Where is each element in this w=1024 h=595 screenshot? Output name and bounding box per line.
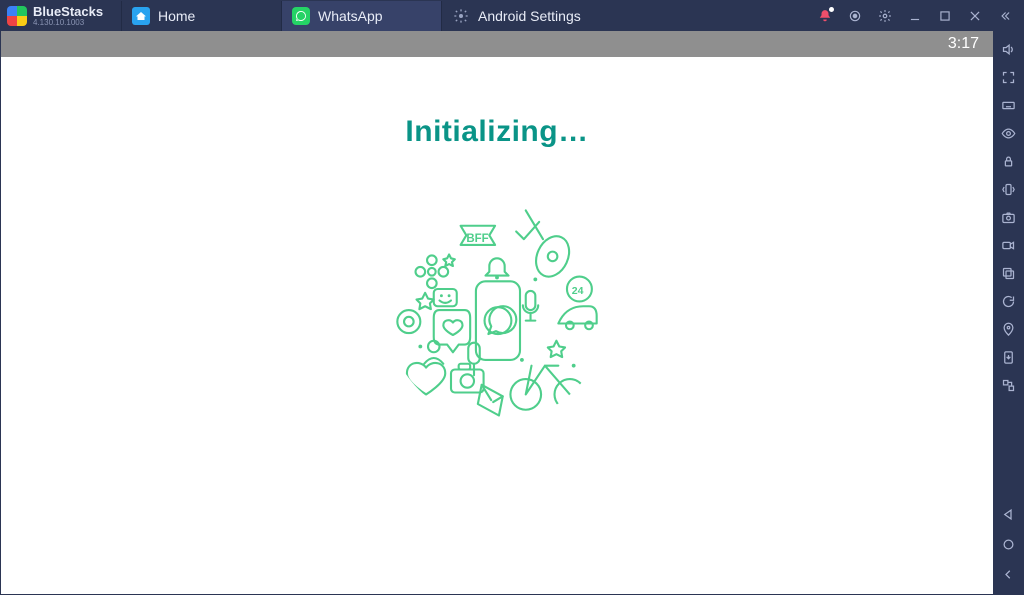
tab-whatsapp[interactable]: WhatsApp xyxy=(281,1,441,31)
volume-button[interactable] xyxy=(996,37,1020,61)
shake-button[interactable] xyxy=(996,177,1020,201)
right-toolbar xyxy=(993,31,1023,594)
brand-name: BlueStacks xyxy=(33,5,103,18)
brand-text: BlueStacks 4.130.10.1003 xyxy=(33,5,103,27)
record-video-button[interactable] xyxy=(996,233,1020,257)
record-button[interactable] xyxy=(841,1,869,31)
notification-bell-button[interactable] xyxy=(811,1,839,31)
android-back-button[interactable] xyxy=(996,502,1020,526)
android-home-button[interactable] xyxy=(996,532,1020,556)
gear-icon xyxy=(452,7,470,25)
collapse-sidebar-button[interactable] xyxy=(991,1,1019,31)
tab-android-settings[interactable]: Android Settings xyxy=(441,1,609,31)
keyboard-button[interactable] xyxy=(996,93,1020,117)
location-button[interactable] xyxy=(996,317,1020,341)
svg-text:24: 24 xyxy=(572,285,584,297)
tab-label: Android Settings xyxy=(478,8,581,24)
screenshot-button[interactable] xyxy=(996,205,1020,229)
eye-button[interactable] xyxy=(996,121,1020,145)
rotate-button[interactable] xyxy=(996,289,1020,313)
tab-home[interactable]: Home xyxy=(121,1,281,31)
minimize-button[interactable] xyxy=(901,1,929,31)
fullscreen-button[interactable] xyxy=(996,65,1020,89)
whatsapp-icon xyxy=(292,7,310,25)
tabs: Home WhatsApp Android Settings xyxy=(121,1,609,31)
titlebar: BlueStacks 4.130.10.1003 Home WhatsApp A… xyxy=(1,1,1023,31)
titlebar-controls xyxy=(811,1,1023,31)
status-clock: 3:17 xyxy=(948,35,979,53)
maximize-button[interactable] xyxy=(931,1,959,31)
app-content: Initializing… xyxy=(1,57,993,594)
android-status-bar: 3:17 xyxy=(1,31,993,57)
bluestacks-logo-icon xyxy=(7,6,27,26)
install-apk-button[interactable] xyxy=(996,345,1020,369)
close-button[interactable] xyxy=(961,1,989,31)
whatsapp-doodle-illustration: BFF xyxy=(382,197,612,427)
home-icon xyxy=(132,7,150,25)
share-button[interactable] xyxy=(996,373,1020,397)
svg-text:BFF: BFF xyxy=(466,233,488,245)
toggle-rail-button[interactable] xyxy=(996,562,1020,586)
initializing-heading: Initializing… xyxy=(405,115,588,149)
body: 3:17 Initializing… xyxy=(1,31,1023,594)
brand-block: BlueStacks 4.130.10.1003 xyxy=(1,1,121,31)
copy-button[interactable] xyxy=(996,261,1020,285)
brand-version: 4.130.10.1003 xyxy=(33,19,103,27)
settings-button[interactable] xyxy=(871,1,899,31)
lock-rotation-button[interactable] xyxy=(996,149,1020,173)
app-window: BlueStacks 4.130.10.1003 Home WhatsApp A… xyxy=(0,0,1024,595)
tab-label: WhatsApp xyxy=(318,8,383,24)
nav-buttons xyxy=(996,502,1020,594)
tab-label: Home xyxy=(158,8,195,24)
